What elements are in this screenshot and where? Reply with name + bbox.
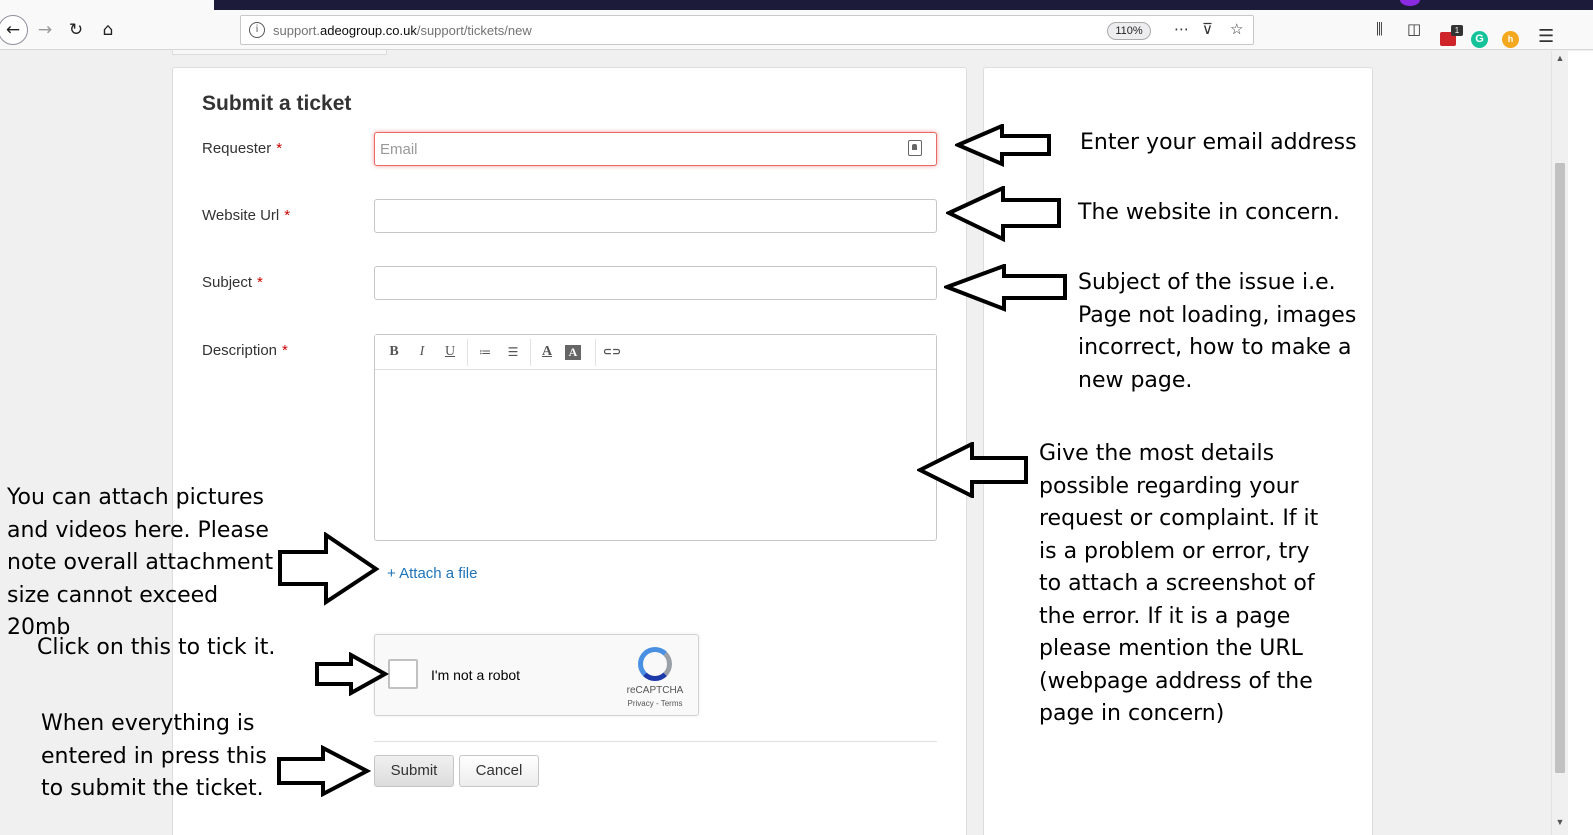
link-icon[interactable]: ⊂⊃ xyxy=(601,343,623,361)
annotation-email: Enter your email address xyxy=(1080,130,1357,155)
font-color-icon[interactable]: A xyxy=(537,343,557,361)
page-header-remnant xyxy=(172,50,387,55)
arrow-left-icon xyxy=(955,124,1051,168)
description-editor[interactable]: B I U ≔ ☰ A A ⊂⊃ xyxy=(374,334,937,541)
url-text[interactable]: support.adeogroup.co.uk/support/tickets/… xyxy=(273,23,532,38)
subject-input[interactable] xyxy=(374,266,937,300)
website-url-input[interactable] xyxy=(374,199,937,233)
form-title: Submit a ticket xyxy=(202,92,352,115)
scroll-down-icon[interactable]: ▼ xyxy=(1552,817,1568,831)
recaptcha-brand: reCAPTCHA xyxy=(626,685,684,696)
arrow-left-icon xyxy=(946,186,1061,242)
pocket-icon[interactable]: ⊽ xyxy=(1202,20,1213,38)
recaptcha-logo-icon xyxy=(638,647,672,681)
recaptcha-privacy-terms-links[interactable]: Privacy - Terms xyxy=(615,699,695,708)
numbered-list-icon[interactable]: ☰ xyxy=(503,343,523,361)
toolbar-divider xyxy=(595,339,596,366)
toolbar-divider xyxy=(467,339,468,366)
more-actions-icon[interactable]: ⋯ xyxy=(1174,20,1189,38)
description-label: Description * xyxy=(202,342,288,359)
page-scrollbar[interactable]: ▲ ▼ xyxy=(1551,51,1568,835)
grammarly-icon[interactable]: G xyxy=(1471,31,1488,48)
annotation-subject: Subject of the issue i.e. Page not loadi… xyxy=(1078,270,1357,393)
subject-label: Subject * xyxy=(202,274,263,291)
arrow-left-icon xyxy=(944,264,1067,312)
arrow-right-icon xyxy=(278,532,380,606)
annotation-submit: When everything is entered in press this… xyxy=(41,711,267,801)
contact-card-icon[interactable] xyxy=(908,140,922,156)
browser-toolbar: ← → ↻ ⌂ i support.adeogroup.co.uk/suppor… xyxy=(0,10,1593,50)
scrollbar-thumb[interactable] xyxy=(1555,163,1565,773)
bookmark-star-icon[interactable]: ☆ xyxy=(1230,20,1243,38)
back-icon[interactable]: ← xyxy=(0,15,28,45)
required-marker: * xyxy=(284,207,291,224)
cancel-button[interactable]: Cancel xyxy=(459,755,539,787)
recaptcha-label: I'm not a robot xyxy=(431,667,521,683)
recaptcha-checkbox[interactable] xyxy=(388,659,418,689)
editor-toolbar: B I U ≔ ☰ A A ⊂⊃ xyxy=(375,335,936,370)
underline-icon[interactable]: U xyxy=(440,343,460,361)
website-url-label: Website Url * xyxy=(202,207,291,224)
bulleted-list-icon[interactable]: ≔ xyxy=(475,343,495,361)
menu-icon[interactable]: ☰ xyxy=(1538,26,1554,47)
scroll-up-icon[interactable]: ▲ xyxy=(1552,53,1568,67)
window-edge xyxy=(1568,51,1593,835)
required-marker: * xyxy=(257,274,263,291)
form-divider xyxy=(374,741,937,742)
forward-icon[interactable]: → xyxy=(31,16,59,44)
extension-badge: 1 xyxy=(1451,25,1463,36)
italic-icon[interactable]: I xyxy=(412,343,432,361)
active-tab[interactable] xyxy=(0,0,214,10)
library-icon[interactable]: ⫼ xyxy=(1376,20,1383,38)
arrow-right-icon xyxy=(315,652,389,696)
submit-button[interactable]: Submit xyxy=(374,755,454,787)
annotation-captcha: Click on this to tick it. xyxy=(37,635,276,660)
address-bar[interactable]: i support.adeogroup.co.uk/support/ticket… xyxy=(240,15,1254,45)
required-marker: * xyxy=(282,342,288,359)
arrow-left-icon xyxy=(917,442,1028,498)
site-info-icon[interactable]: i xyxy=(249,22,265,38)
arrow-right-icon xyxy=(277,745,371,797)
browser-tab-strip xyxy=(0,0,1593,10)
highlight-color-icon[interactable]: A xyxy=(565,345,581,360)
home-icon[interactable]: ⌂ xyxy=(94,16,122,44)
required-marker: * xyxy=(276,140,283,157)
requester-label: Requester * xyxy=(202,140,283,157)
reload-icon[interactable]: ↻ xyxy=(62,16,90,44)
annotation-description: Give the most details possible regarding… xyxy=(1039,441,1319,726)
attach-file-link[interactable]: + Attach a file xyxy=(387,565,477,582)
annotation-website: The website in concern. xyxy=(1078,200,1340,225)
sidebar-icon[interactable]: ◫ xyxy=(1407,20,1421,38)
email-field[interactable] xyxy=(374,132,937,166)
profile-indicator-icon xyxy=(1400,0,1420,6)
bold-icon[interactable]: B xyxy=(384,343,404,361)
zoom-level-indicator[interactable]: 110% xyxy=(1107,22,1151,40)
toolbar-divider xyxy=(530,339,531,366)
annotation-attach: You can attach pictures and videos here.… xyxy=(7,485,274,640)
honey-icon[interactable]: h xyxy=(1502,31,1519,48)
recaptcha-widget: I'm not a robot reCAPTCHA Privacy - Term… xyxy=(374,634,699,716)
